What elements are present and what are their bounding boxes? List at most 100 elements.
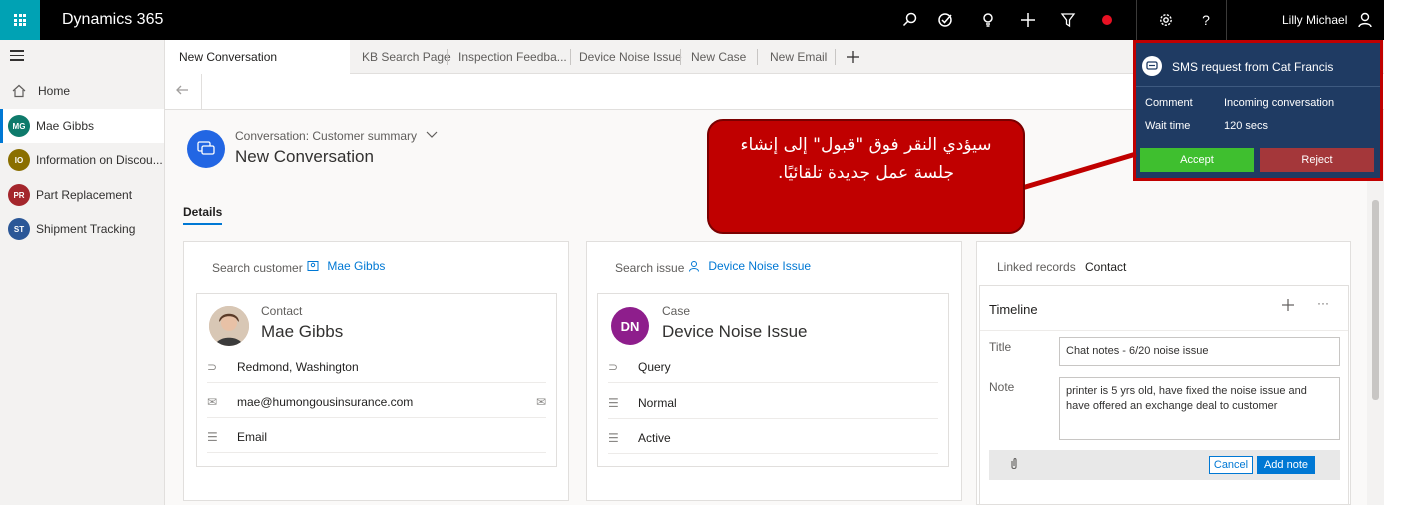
tab-kb-search-page[interactable]: KB Search Page <box>362 40 451 74</box>
add-note-button[interactable]: Add note <box>1257 456 1315 474</box>
app-launcher-button[interactable] <box>0 0 40 40</box>
contact-name: Mae Gibbs <box>261 322 344 341</box>
cancel-button[interactable]: Cancel <box>1209 456 1253 474</box>
tab-details[interactable]: Details <box>183 205 223 225</box>
avatar: IO <box>8 149 30 171</box>
case-type-field: ⊃ Query <box>608 351 938 383</box>
field-value[interactable]: mae@humongousinsurance.com <box>237 395 413 409</box>
sidebar-item-home[interactable]: Home <box>0 74 164 108</box>
sidebar-item-part-replacement[interactable]: PR Part Replacement <box>0 178 164 212</box>
email-field: ✉ mae@humongousinsurance.com ✉ <box>207 386 546 418</box>
add-activity-icon[interactable] <box>1281 298 1295 315</box>
app-title[interactable]: Dynamics 365 <box>62 11 163 29</box>
lightbulb-icon[interactable] <box>973 0 1003 40</box>
avatar: PR <box>8 184 30 206</box>
divider <box>680 49 681 65</box>
hamburger-menu-icon[interactable] <box>10 50 24 64</box>
user-profile-icon[interactable] <box>1350 0 1380 40</box>
task-check-icon[interactable] <box>930 0 960 40</box>
sidebar-item-shipment-tracking[interactable]: ST Shipment Tracking <box>0 212 164 246</box>
timeline-section: Timeline ··· Title Chat notes - 6/20 noi… <box>979 285 1349 505</box>
record-type-label: Case <box>662 304 691 318</box>
sidebar-item-mae-gibbs[interactable]: MG Mae Gibbs <box>0 109 164 143</box>
comment-label: Comment <box>1145 97 1193 109</box>
divider <box>757 49 758 65</box>
scrollbar-thumb[interactable] <box>1372 200 1379 400</box>
send-email-icon[interactable]: ✉ <box>536 395 546 409</box>
help-icon[interactable]: ? <box>1191 0 1221 40</box>
priority-field: ☰ Normal <box>608 387 938 419</box>
note-title-input[interactable]: Chat notes - 6/20 noise issue <box>1059 337 1340 366</box>
list-icon: ☰ <box>207 429 218 444</box>
divider <box>201 74 202 110</box>
tab-inspection-feedback[interactable]: Inspection Feedba... <box>458 40 567 74</box>
field-value: Query <box>638 359 671 374</box>
sidebar-item-label: Shipment Tracking <box>36 222 136 236</box>
note-body-textarea[interactable]: printer is 5 yrs old, have fixed the noi… <box>1059 377 1340 440</box>
list-icon: ☰ <box>608 430 619 445</box>
status-field: ☰ Active <box>608 422 938 454</box>
issue-name-link[interactable]: Device Noise Issue <box>708 259 811 273</box>
case-name: Device Noise Issue <box>662 322 808 341</box>
sidebar-item-label: Part Replacement <box>36 188 133 202</box>
comment-value: Incoming conversation <box>1224 97 1335 109</box>
timeline-panel: Linked records Contact Timeline ··· Titl… <box>976 241 1351 505</box>
sidebar-item-label: Information on Discou... <box>36 153 163 167</box>
field-value: Normal <box>638 395 677 410</box>
add-tab-icon[interactable] <box>846 40 860 74</box>
conversation-icon <box>187 130 225 168</box>
divider <box>835 49 836 65</box>
tab-device-noise-issue[interactable]: Device Noise Issue <box>579 40 682 74</box>
divider <box>570 49 571 65</box>
home-icon <box>12 84 26 98</box>
tab-new-email[interactable]: New Email <box>770 40 827 74</box>
note-title-label: Title <box>989 340 1012 354</box>
form-subtitle: Conversation: Customer summary <box>235 129 418 143</box>
customer-name-link[interactable]: Mae Gibbs <box>327 259 385 273</box>
presence-status-icon[interactable] <box>1092 0 1122 40</box>
wait-time-value: 120 secs <box>1224 120 1269 132</box>
accept-button[interactable]: Accept <box>1140 148 1254 172</box>
waffle-icon <box>14 14 26 26</box>
avatar: ST <box>8 218 30 240</box>
tab-new-conversation[interactable]: New Conversation <box>165 40 350 74</box>
contact-card: Contact Mae Gibbs ⊃ Redmond, Washington … <box>196 293 557 467</box>
attachment-icon[interactable] <box>1009 457 1019 474</box>
new-record-icon[interactable] <box>1013 0 1043 40</box>
notification-title: SMS request from Cat Francis <box>1172 60 1334 74</box>
issue-panel: Search issue Device Noise Issue DN Case … <box>586 241 962 501</box>
note-footer: Cancel Add note <box>989 450 1340 480</box>
location-icon: ⊃ <box>207 359 218 374</box>
person-icon <box>689 261 699 272</box>
form-selector[interactable]: Conversation: Customer summary <box>235 129 438 143</box>
filter-icon[interactable] <box>1053 0 1083 40</box>
more-options-icon[interactable]: ··· <box>1317 296 1329 310</box>
settings-gear-icon[interactable] <box>1151 0 1181 40</box>
tab-new-case[interactable]: New Case <box>691 40 746 74</box>
callout-annotation: سيؤدي النقر فوق "قبول" إلى إنشاء جلسة عم… <box>707 119 1025 234</box>
wait-time-label: Wait time <box>1145 120 1191 132</box>
field-value: Email <box>237 429 268 444</box>
address-field: ⊃ Redmond, Washington <box>207 351 546 383</box>
user-name[interactable]: Lilly Michael <box>1282 13 1347 27</box>
page-title: New Conversation <box>235 147 374 166</box>
search-icon[interactable] <box>895 0 925 40</box>
mail-icon: ✉ <box>207 394 218 409</box>
session-sidebar: Home MG Mae Gibbs IO Information on Disc… <box>0 40 165 505</box>
avatar: MG <box>8 115 30 137</box>
divider <box>447 49 448 65</box>
record-type-label: Contact <box>261 304 303 318</box>
linked-record-tab-contact[interactable]: Contact <box>1085 260 1126 274</box>
divider <box>1136 0 1137 40</box>
chevron-down-icon <box>426 131 438 138</box>
case-card: DN Case Device Noise Issue ⊃ Query ☰ Nor… <box>597 293 949 467</box>
linked-records-label: Linked records <box>997 260 1076 274</box>
sidebar-item-information-on-discount[interactable]: IO Information on Discou... <box>0 143 164 177</box>
divider <box>1226 0 1227 40</box>
avatar <box>209 306 249 346</box>
back-arrow-icon[interactable] <box>175 83 189 102</box>
list-icon: ☰ <box>608 395 619 410</box>
issue-lookup[interactable]: Device Noise Issue <box>688 259 811 273</box>
reject-button[interactable]: Reject <box>1260 148 1374 172</box>
customer-lookup[interactable]: Mae Gibbs <box>307 259 385 273</box>
